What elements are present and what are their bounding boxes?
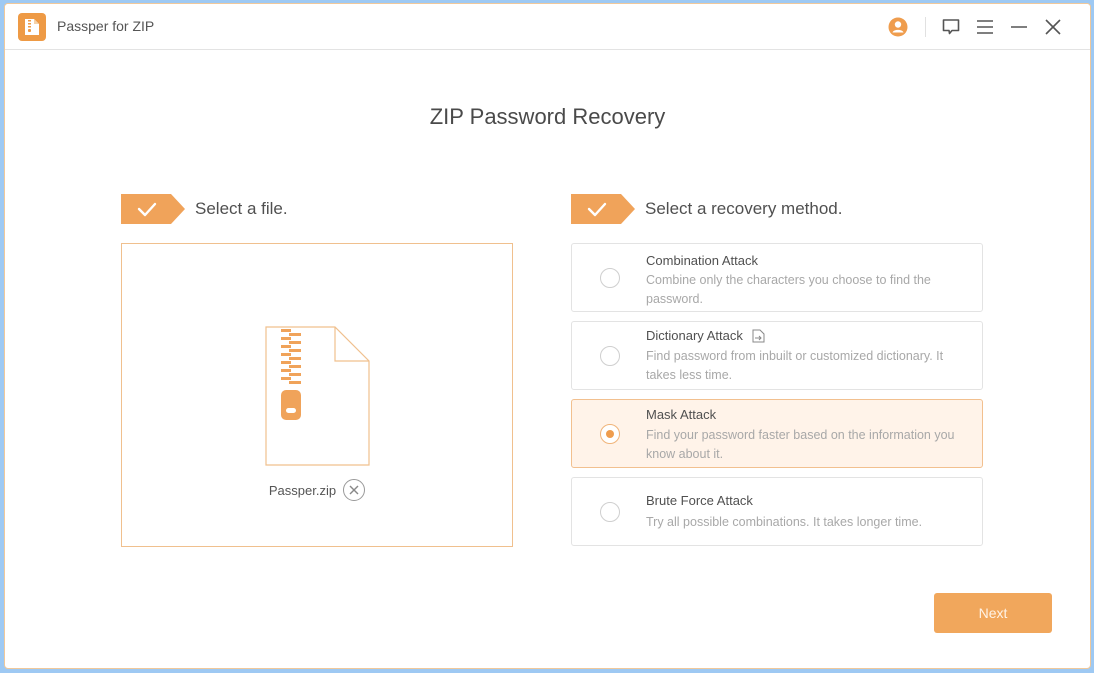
file-name: Passper.zip (268, 482, 337, 498)
minimize-button[interactable] (1004, 14, 1034, 40)
method-title: Brute Force Attack (646, 493, 753, 508)
app-logo-icon (18, 13, 46, 41)
step-label: Select a recovery method. (645, 199, 843, 218)
close-button[interactable] (1038, 14, 1068, 40)
method-dictionary-attack[interactable]: Dictionary Attack Find password from inb… (571, 321, 983, 390)
step-badge (571, 194, 635, 224)
step-badge (121, 194, 185, 224)
title-bar: Passper for ZIP (5, 4, 1090, 50)
step-select-file: Select a file. (121, 194, 288, 224)
method-combination-attack[interactable]: Combination Attack Combine only the char… (571, 243, 983, 312)
radio-button-selected[interactable] (600, 424, 620, 444)
minimize-icon (1011, 26, 1027, 28)
step-label: Select a file. (195, 199, 288, 218)
zip-file-icon (265, 326, 370, 466)
method-description: Find your password faster based on the i… (646, 428, 955, 461)
account-icon (888, 17, 908, 37)
radio-button[interactable] (600, 502, 620, 522)
feedback-button[interactable] (936, 14, 966, 40)
next-button[interactable]: Next (934, 593, 1052, 633)
radio-button[interactable] (600, 346, 620, 366)
method-description: Try all possible combinations. It takes … (646, 515, 923, 529)
remove-file-button[interactable] (343, 479, 366, 501)
menu-button[interactable] (970, 14, 1000, 40)
app-title: Passper for ZIP (57, 18, 155, 34)
method-mask-attack[interactable]: Mask Attack Find your password faster ba… (571, 399, 983, 468)
page-title: ZIP Password Recovery (429, 104, 666, 129)
app-window: Passper for ZIP ZIP Password Recovery Se… (4, 3, 1091, 669)
feedback-icon (942, 19, 960, 35)
method-title: Combination Attack (646, 253, 759, 268)
recovery-method-list: Combination Attack Combine only the char… (571, 243, 983, 555)
radio-dot (606, 430, 614, 438)
account-button[interactable] (883, 14, 913, 40)
method-description: Find password from inbuilt or customized… (646, 349, 944, 382)
titlebar-separator (925, 17, 926, 37)
method-title: Dictionary Attack (646, 328, 743, 343)
method-title: Mask Attack (646, 407, 717, 422)
close-icon (1045, 19, 1061, 35)
method-brute-force-attack[interactable]: Brute Force Attack Try all possible comb… (571, 477, 983, 546)
menu-icon (977, 20, 993, 34)
remove-circle-icon (349, 485, 359, 495)
import-file-icon[interactable] (752, 329, 765, 343)
step-select-method: Select a recovery method. (571, 194, 842, 224)
file-drop-panel[interactable]: Passper.zip (121, 243, 513, 547)
radio-button[interactable] (600, 268, 620, 288)
method-description: Combine only the characters you choose t… (646, 273, 931, 306)
